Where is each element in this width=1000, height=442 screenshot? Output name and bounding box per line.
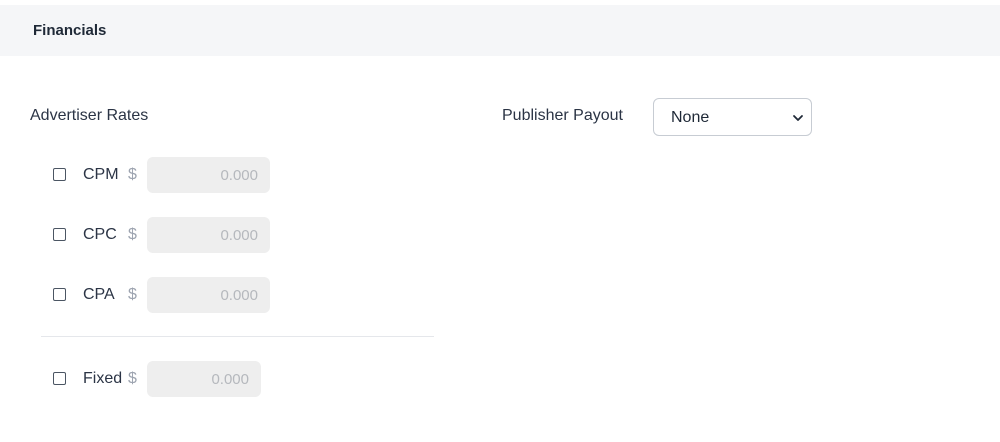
cpc-currency-symbol: $ bbox=[128, 226, 137, 243]
cpa-rate-input[interactable] bbox=[147, 277, 270, 313]
cpm-currency-symbol: $ bbox=[128, 166, 137, 183]
cpc-rate-input[interactable] bbox=[147, 217, 270, 253]
fixed-label: Fixed bbox=[83, 370, 123, 387]
fixed-rate-input[interactable] bbox=[147, 361, 261, 397]
publisher-payout-label: Publisher Payout bbox=[502, 107, 623, 124]
fixed-checkbox[interactable] bbox=[53, 372, 66, 385]
chevron-down-icon bbox=[793, 115, 803, 121]
cpm-checkbox[interactable] bbox=[53, 168, 66, 181]
cpc-label: CPC bbox=[83, 226, 117, 243]
cpc-checkbox[interactable] bbox=[53, 228, 66, 241]
rate-row-cpa: CPA $ bbox=[0, 277, 440, 313]
cpm-rate-input[interactable] bbox=[147, 157, 270, 193]
cpa-label: CPA bbox=[83, 286, 115, 303]
cpm-label: CPM bbox=[83, 166, 119, 183]
advertiser-rates-label: Advertiser Rates bbox=[30, 107, 149, 124]
rate-row-cpm: CPM $ bbox=[0, 157, 440, 193]
cpa-checkbox[interactable] bbox=[53, 288, 66, 301]
fixed-currency-symbol: $ bbox=[128, 370, 137, 387]
publisher-payout-selected-value: None bbox=[671, 109, 710, 126]
section-header: Financials bbox=[0, 5, 1000, 56]
rates-divider bbox=[41, 336, 434, 337]
rate-row-fixed: Fixed $ bbox=[0, 361, 440, 397]
rate-row-cpc: CPC $ bbox=[0, 217, 440, 253]
cpa-currency-symbol: $ bbox=[128, 286, 137, 303]
financials-panel: Financials Advertiser Rates CPM $ CPC $ … bbox=[0, 0, 1000, 442]
publisher-payout-select[interactable]: None bbox=[653, 98, 812, 136]
section-title: Financials bbox=[33, 22, 107, 39]
